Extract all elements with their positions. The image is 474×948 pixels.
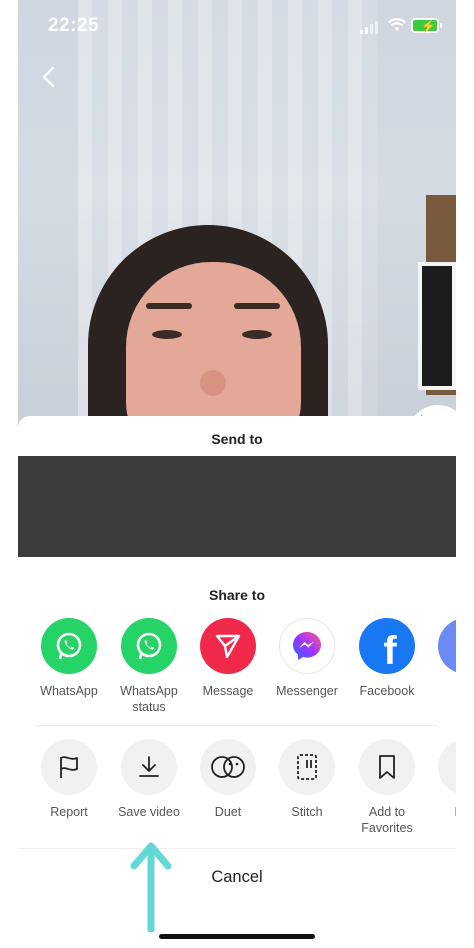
facebook-icon: f [359, 618, 415, 674]
action-label: Report [50, 805, 88, 819]
left-eye [152, 330, 182, 339]
send-to-contacts-area [18, 456, 456, 557]
person-face [126, 262, 301, 430]
share-app-label: WhatsApp [40, 684, 98, 698]
cancel-divider [18, 848, 456, 849]
bookmark-icon [359, 739, 415, 795]
action-label: Stitch [291, 805, 323, 819]
status-bar: 22:25 ⚡ [18, 0, 456, 54]
cellular-signal-icon [360, 20, 378, 34]
share-whatsapp-status-button[interactable]: WhatsApp status [106, 618, 192, 715]
section-divider [36, 725, 438, 726]
stitch-button[interactable]: Stitch [264, 739, 350, 820]
wall-picture [418, 262, 456, 390]
duet-button[interactable]: Duet [185, 739, 271, 820]
right-eye [242, 330, 272, 339]
share-sheet: Send to Share to WhatsApp WhatsApp statu… [18, 416, 456, 948]
share-app-label: Facebook [359, 684, 415, 698]
status-time: 22:25 [48, 15, 100, 36]
action-label: Live [423, 804, 456, 820]
action-label: Duet [214, 805, 242, 819]
share-to-title: Share to [208, 587, 265, 603]
share-app-label: WhatsApp status [120, 684, 178, 714]
right-eyebrow [234, 303, 280, 309]
left-eyebrow [146, 303, 192, 309]
share-copy-link-button[interactable]: Co [423, 618, 456, 699]
share-app-label: Co [423, 683, 456, 699]
duet-icon [200, 739, 256, 795]
send-icon [200, 618, 256, 674]
video-preview [18, 0, 456, 430]
whatsapp-icon [121, 618, 177, 674]
report-button[interactable]: Report [26, 739, 112, 820]
save-video-button[interactable]: Save video [106, 739, 192, 820]
share-messenger-button[interactable]: Messenger [264, 618, 350, 699]
live-icon [438, 739, 456, 795]
whatsapp-icon [41, 618, 97, 674]
back-chevron-icon[interactable] [34, 62, 64, 92]
home-indicator[interactable] [159, 934, 315, 939]
share-facebook-button[interactable]: f Facebook [344, 618, 430, 699]
share-whatsapp-button[interactable]: WhatsApp [26, 618, 112, 699]
add-to-favorites-button[interactable]: Add to Favorites [344, 739, 430, 836]
share-app-label: Messenger [276, 684, 338, 698]
person-nose [200, 370, 226, 396]
share-app-label: Message [202, 684, 254, 698]
action-label: Add to Favorites [361, 805, 413, 835]
wifi-icon [388, 18, 406, 31]
phone-screen: 22:25 ⚡ Send to Share to WhatsApp WhatsA… [18, 0, 456, 948]
send-to-title: Send to [211, 431, 263, 447]
action-label: Save video [118, 805, 180, 819]
link-icon [438, 618, 456, 674]
live-button[interactable]: Live [423, 739, 456, 820]
download-icon [121, 739, 177, 795]
messenger-icon [279, 618, 335, 674]
flag-icon [41, 739, 97, 795]
stitch-icon [279, 739, 335, 795]
annotation-arrow-icon [130, 842, 172, 932]
battery-icon: ⚡ [411, 18, 442, 33]
cancel-button[interactable]: Cancel [18, 868, 456, 887]
share-message-button[interactable]: Message [185, 618, 271, 699]
